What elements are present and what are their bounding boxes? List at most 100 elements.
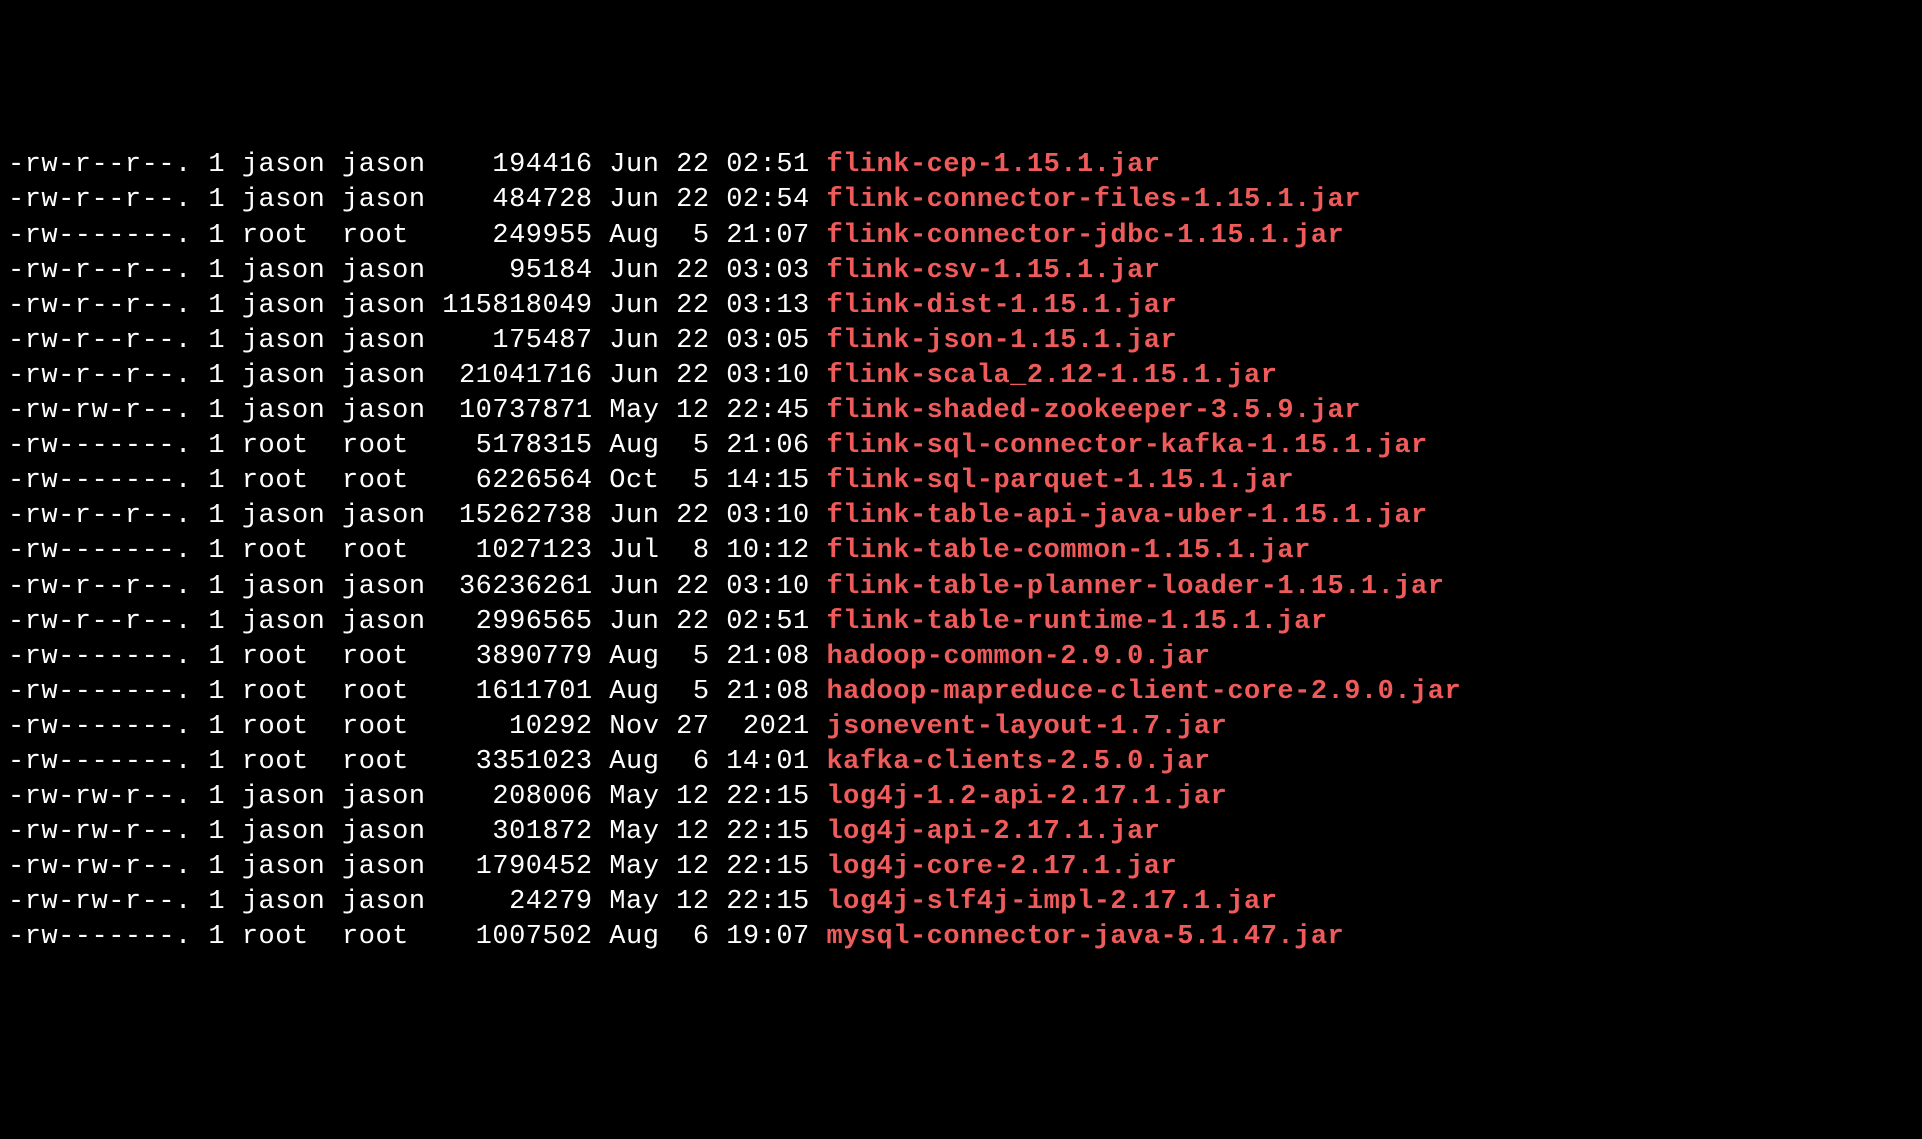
file-date: Jun 22 03:10 — [593, 361, 810, 391]
file-links: 1 — [192, 150, 225, 180]
file-listing-row: -rw-rw-r--. 1 jason jason 208006 May 12 … — [8, 780, 1914, 815]
file-group: jason — [325, 501, 425, 531]
file-name: jsonevent-layout-1.7.jar — [810, 712, 1228, 742]
file-name: kafka-clients-2.5.0.jar — [810, 747, 1211, 777]
file-permissions: -rw-rw-r--. — [8, 396, 192, 426]
file-owner: jason — [225, 501, 325, 531]
file-listing-row: -rw-r--r--. 1 jason jason 194416 Jun 22 … — [8, 148, 1914, 183]
file-links: 1 — [192, 747, 225, 777]
file-permissions: -rw-rw-r--. — [8, 782, 192, 812]
file-permissions: -rw-------. — [8, 747, 192, 777]
file-listing-row: -rw-------. 1 root root 1027123 Jul 8 10… — [8, 534, 1914, 569]
file-date: Aug 6 19:07 — [593, 922, 810, 952]
file-owner: jason — [225, 185, 325, 215]
file-name: log4j-1.2-api-2.17.1.jar — [810, 782, 1228, 812]
file-size: 301872 — [426, 817, 593, 847]
file-date: Nov 27 2021 — [593, 712, 810, 742]
file-name: flink-json-1.15.1.jar — [810, 326, 1177, 356]
file-links: 1 — [192, 852, 225, 882]
file-links: 1 — [192, 607, 225, 637]
file-listing-row: -rw-------. 1 root root 1007502 Aug 6 19… — [8, 920, 1914, 955]
file-size: 95184 — [426, 256, 593, 286]
file-group: jason — [325, 291, 425, 321]
file-listing-row: -rw-rw-r--. 1 jason jason 10737871 May 1… — [8, 394, 1914, 429]
file-listing-row: -rw-r--r--. 1 jason jason 2996565 Jun 22… — [8, 605, 1914, 640]
file-date: Jun 22 02:51 — [593, 607, 810, 637]
file-permissions: -rw-r--r--. — [8, 501, 192, 531]
file-size: 2996565 — [426, 607, 593, 637]
file-name: flink-table-planner-loader-1.15.1.jar — [810, 572, 1445, 602]
file-size: 10737871 — [426, 396, 593, 426]
file-size: 21041716 — [426, 361, 593, 391]
file-group: root — [325, 677, 425, 707]
file-name: flink-sql-parquet-1.15.1.jar — [810, 466, 1294, 496]
file-links: 1 — [192, 887, 225, 917]
file-links: 1 — [192, 572, 225, 602]
file-links: 1 — [192, 712, 225, 742]
file-permissions: -rw-------. — [8, 221, 192, 251]
file-date: May 12 22:15 — [593, 852, 810, 882]
file-group: jason — [325, 396, 425, 426]
file-name: flink-scala_2.12-1.15.1.jar — [810, 361, 1278, 391]
file-date: Jun 22 03:03 — [593, 256, 810, 286]
file-group: jason — [325, 256, 425, 286]
file-group: jason — [325, 852, 425, 882]
file-name: flink-table-api-java-uber-1.15.1.jar — [810, 501, 1428, 531]
file-links: 1 — [192, 782, 225, 812]
file-size: 36236261 — [426, 572, 593, 602]
file-owner: root — [225, 642, 325, 672]
file-name: flink-cep-1.15.1.jar — [810, 150, 1161, 180]
file-group: jason — [325, 782, 425, 812]
file-permissions: -rw-------. — [8, 466, 192, 496]
file-owner: root — [225, 536, 325, 566]
file-links: 1 — [192, 291, 225, 321]
file-date: Jun 22 03:13 — [593, 291, 810, 321]
file-size: 1790452 — [426, 852, 593, 882]
file-date: Aug 5 21:06 — [593, 431, 810, 461]
file-group: jason — [325, 185, 425, 215]
file-links: 1 — [192, 396, 225, 426]
file-group: root — [325, 712, 425, 742]
file-date: Jun 22 03:10 — [593, 501, 810, 531]
file-name: hadoop-common-2.9.0.jar — [810, 642, 1211, 672]
file-date: May 12 22:15 — [593, 782, 810, 812]
file-permissions: -rw-------. — [8, 642, 192, 672]
file-links: 1 — [192, 642, 225, 672]
file-listing-row: -rw-r--r--. 1 jason jason 484728 Jun 22 … — [8, 183, 1914, 218]
file-links: 1 — [192, 536, 225, 566]
file-permissions: -rw-r--r--. — [8, 256, 192, 286]
file-permissions: -rw-------. — [8, 922, 192, 952]
file-links: 1 — [192, 185, 225, 215]
file-listing-row: -rw-------. 1 root root 1611701 Aug 5 21… — [8, 675, 1914, 710]
file-size: 5178315 — [426, 431, 593, 461]
file-permissions: -rw-rw-r--. — [8, 887, 192, 917]
file-links: 1 — [192, 326, 225, 356]
file-listing-row: -rw-------. 1 root root 10292 Nov 27 202… — [8, 710, 1914, 745]
file-links: 1 — [192, 221, 225, 251]
file-listing-row: -rw-------. 1 root root 3890779 Aug 5 21… — [8, 640, 1914, 675]
file-permissions: -rw-------. — [8, 712, 192, 742]
file-date: Jun 22 03:05 — [593, 326, 810, 356]
file-listing-row: -rw-------. 1 root root 3351023 Aug 6 14… — [8, 745, 1914, 780]
file-owner: root — [225, 677, 325, 707]
file-size: 1611701 — [426, 677, 593, 707]
file-links: 1 — [192, 501, 225, 531]
file-permissions: -rw-r--r--. — [8, 572, 192, 602]
file-listing-row: -rw-r--r--. 1 jason jason 36236261 Jun 2… — [8, 570, 1914, 605]
file-permissions: -rw-rw-r--. — [8, 817, 192, 847]
file-name: flink-dist-1.15.1.jar — [810, 291, 1177, 321]
file-permissions: -rw-r--r--. — [8, 291, 192, 321]
file-group: root — [325, 466, 425, 496]
file-owner: jason — [225, 150, 325, 180]
file-size: 24279 — [426, 887, 593, 917]
file-size: 208006 — [426, 782, 593, 812]
file-owner: root — [225, 466, 325, 496]
file-owner: jason — [225, 607, 325, 637]
file-listing-row: -rw-r--r--. 1 jason jason 175487 Jun 22 … — [8, 324, 1914, 359]
file-name: flink-table-runtime-1.15.1.jar — [810, 607, 1328, 637]
file-listing-row: -rw-------. 1 root root 5178315 Aug 5 21… — [8, 429, 1914, 464]
file-owner: jason — [225, 782, 325, 812]
file-listing-row: -rw-rw-r--. 1 jason jason 1790452 May 12… — [8, 850, 1914, 885]
file-owner: jason — [225, 817, 325, 847]
file-group: jason — [325, 326, 425, 356]
